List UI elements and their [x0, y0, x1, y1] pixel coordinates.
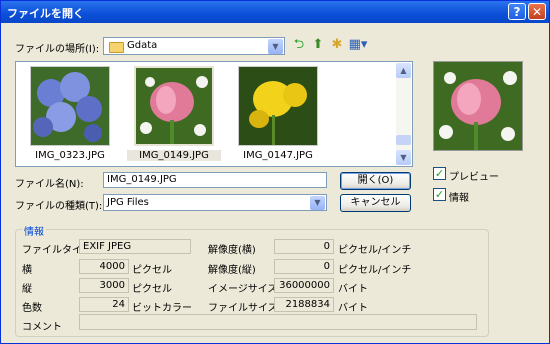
preview-image: [434, 62, 522, 150]
open-file-dialog: ファイルを開く ? ✕ ファイルの場所(I): Gdata ▼ ⮌ ⬆ ✱ ▦▾…: [0, 0, 550, 344]
chevron-down-icon[interactable]: ▼: [310, 196, 325, 210]
scroll-down-icon[interactable]: ▼: [396, 150, 411, 165]
file-type-value: EXIF JPEG: [79, 239, 191, 254]
scroll-up-icon[interactable]: ▲: [396, 63, 411, 78]
colors-label: 色数: [22, 303, 42, 314]
help-button[interactable]: ?: [508, 3, 526, 20]
filetype-value: JPG Files: [107, 197, 149, 208]
chevron-down-icon[interactable]: ▼: [268, 39, 283, 54]
res-h-value: 0: [274, 239, 334, 254]
filename-value: IMG_0149.JPG: [107, 174, 177, 185]
preview-pane: [433, 61, 523, 151]
hydrangea-image: [31, 67, 109, 145]
file-name-2[interactable]: IMG_0149.JPG: [127, 150, 221, 161]
file-name-1[interactable]: IMG_0323.JPG: [23, 150, 117, 161]
location-select[interactable]: Gdata ▼: [103, 37, 285, 55]
location-label: ファイルの場所(I):: [15, 44, 100, 55]
title-bar[interactable]: ファイルを開く ? ✕: [1, 1, 549, 23]
new-folder-icon[interactable]: ✱: [329, 37, 345, 53]
width-label: 横: [22, 265, 32, 276]
tulip-image: [136, 68, 212, 144]
folder-icon: [109, 42, 124, 53]
image-size-unit: バイト: [338, 284, 368, 295]
file-list[interactable]: IMG_0323.JPG IMG_0149.JPG IMG_0147.JPG ▲…: [15, 61, 413, 167]
thumbnail-tulip[interactable]: [134, 66, 214, 146]
colors-unit: ビットカラー: [132, 303, 192, 314]
comment-field: [79, 314, 477, 330]
preview-label: プレビュー: [449, 172, 499, 183]
info-group-label: 情報: [22, 223, 46, 238]
info-label: 情報: [449, 193, 469, 204]
file-size-unit: バイト: [338, 303, 368, 314]
file-size-value: 2188834: [274, 297, 334, 312]
info-group: 情報 ファイルタイプ EXIF JPEG 横 4000 ピクセル 縦 3000 …: [15, 223, 489, 337]
colors-value: 24: [79, 297, 129, 312]
location-value: Gdata: [127, 40, 158, 51]
res-v-unit: ピクセル/インチ: [338, 265, 412, 276]
image-size-value: 36000000: [274, 278, 334, 293]
filename-label: ファイル名(N):: [15, 179, 84, 190]
view-menu-icon[interactable]: ▦▾: [348, 37, 368, 53]
filetype-label: ファイルの種類(T):: [15, 201, 103, 212]
res-v-value: 0: [274, 259, 334, 274]
height-label: 縦: [22, 284, 32, 295]
width-value: 4000: [79, 259, 129, 274]
cancel-button[interactable]: キャンセル: [340, 194, 411, 212]
up-folder-icon[interactable]: ⬆: [310, 37, 326, 53]
thumbnail-yellow-tulip[interactable]: [238, 66, 318, 146]
res-h-label: 解像度(横): [208, 245, 256, 256]
window-title: ファイルを開く: [7, 7, 84, 20]
yellow-tulip-image: [239, 67, 317, 145]
close-button[interactable]: ✕: [528, 3, 546, 20]
vertical-scrollbar[interactable]: ▲ ▼: [396, 63, 411, 165]
file-name-3[interactable]: IMG_0147.JPG: [231, 150, 325, 161]
height-value: 3000: [79, 278, 129, 293]
res-v-label: 解像度(縦): [208, 265, 256, 276]
file-size-label: ファイルサイズ: [208, 303, 278, 314]
filetype-select[interactable]: JPG Files ▼: [103, 194, 327, 211]
scroll-thumb[interactable]: [396, 135, 411, 145]
res-h-unit: ピクセル/インチ: [338, 245, 412, 256]
preview-checkbox[interactable]: ✓: [433, 167, 446, 180]
info-checkbox[interactable]: ✓: [433, 188, 446, 201]
comment-label: コメント: [22, 322, 62, 333]
image-size-label: イメージサイズ: [208, 284, 278, 295]
width-unit: ピクセル: [132, 265, 172, 276]
filename-input[interactable]: IMG_0149.JPG: [103, 172, 327, 188]
back-icon[interactable]: ⮌: [291, 37, 307, 53]
height-unit: ピクセル: [132, 284, 172, 295]
thumbnail-hydrangea[interactable]: [30, 66, 110, 146]
open-button[interactable]: 開く(O): [340, 172, 411, 190]
